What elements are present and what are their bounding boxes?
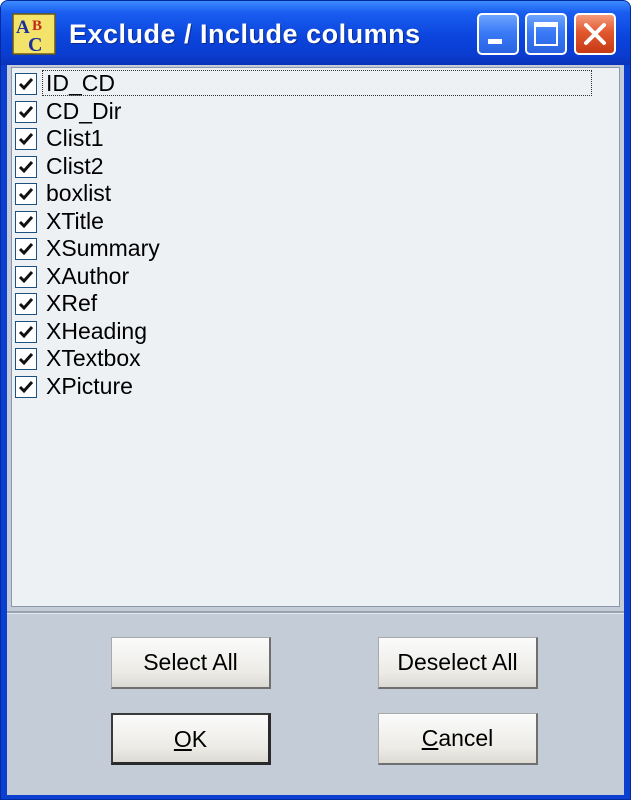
cancel-label: ancel [438, 725, 494, 751]
checklist-item[interactable]: ID_CD [12, 70, 612, 97]
checkmark-icon [18, 243, 34, 256]
checklist-item[interactable]: XAuthor [12, 263, 612, 290]
checkbox[interactable] [15, 320, 37, 343]
close-button[interactable] [574, 13, 616, 55]
checkmark-icon [18, 105, 34, 118]
checklist-item[interactable]: XSummary [12, 235, 612, 262]
checkbox[interactable] [15, 293, 37, 315]
select-all-label: Select All [143, 649, 238, 675]
checklist-item-label: boxlist [46, 180, 112, 206]
columns-checklist[interactable]: ID_CD CD_Dir Clist1 Clist2 boxlist XTitle XSum… [11, 67, 620, 607]
checklist-item-label: Clist2 [46, 152, 104, 179]
title-bar[interactable]: A B C Exclude / Include columns [1, 1, 630, 65]
checkmark-icon [18, 353, 34, 366]
checkbox[interactable] [15, 210, 37, 233]
checklist-item[interactable]: XHeading [12, 318, 612, 345]
checklist-item-label: XTextbox [46, 345, 141, 371]
checkbox[interactable] [15, 265, 37, 288]
dialog-client-area: ID_CD CD_Dir Clist1 Clist2 boxlist XTitle XSum… [7, 65, 624, 795]
checklist-item[interactable]: XTitle [12, 208, 612, 235]
checklist-item[interactable]: Clist1 [12, 125, 612, 152]
checkmark-icon [18, 188, 34, 201]
dialog-window: A B C Exclude / Include columns ID_CDCD [0, 0, 631, 800]
checkmark-icon [18, 270, 34, 283]
checkbox[interactable] [15, 100, 37, 123]
maximize-button[interactable] [525, 13, 567, 55]
minimize-button[interactable] [477, 13, 519, 55]
checklist-item-label: Clist1 [46, 125, 104, 151]
ok-button[interactable]: OK [111, 713, 271, 765]
deselect-all-button[interactable]: Deselect All [378, 637, 538, 689]
checkbox[interactable] [15, 348, 37, 370]
checkmark-icon [18, 380, 34, 393]
checkmark-icon [18, 78, 34, 91]
checkmark-icon [18, 215, 34, 228]
checkmark-icon [18, 298, 34, 311]
cancel-mnemonic: C [421, 725, 439, 751]
checkbox[interactable] [15, 128, 37, 150]
close-icon [584, 23, 606, 45]
cancel-button[interactable]: Cancel [378, 713, 538, 765]
checklist-item[interactable]: Clist2 [12, 153, 612, 180]
deselect-all-label: Deselect All [397, 649, 518, 675]
separator [7, 611, 624, 614]
app-icon[interactable]: A B C [12, 13, 56, 56]
checkbox[interactable] [15, 375, 37, 398]
checkmark-icon [18, 160, 34, 173]
maximize-icon [534, 22, 558, 46]
focus-rectangle [42, 70, 592, 96]
checklist-item-label: XTitle [46, 207, 104, 234]
ok-label: K [191, 726, 208, 752]
select-all-button[interactable]: Select All [111, 637, 271, 689]
svg-text:B: B [32, 18, 42, 34]
checklist-item-label: XRef [46, 290, 98, 316]
svg-text:C: C [28, 34, 42, 55]
checkbox[interactable] [15, 155, 37, 178]
checklist-item[interactable]: boxlist [12, 180, 612, 207]
window-title: Exclude / Include columns [69, 19, 421, 49]
checklist-item-label: XAuthor [46, 262, 130, 289]
minimize-icon [488, 39, 502, 44]
checkbox[interactable] [15, 183, 37, 205]
ok-mnemonic: O [173, 726, 192, 752]
checklist-item[interactable]: XPicture [12, 373, 612, 400]
checklist-item-label: XSummary [46, 235, 160, 261]
checkmark-icon [18, 325, 34, 338]
checkbox[interactable] [15, 73, 37, 95]
checklist-item[interactable]: XRef [12, 290, 612, 317]
checklist-item-label: XPicture [46, 372, 133, 399]
checklist-item[interactable]: XTextbox [12, 345, 612, 372]
checkbox[interactable] [15, 238, 37, 260]
checkmark-icon [18, 133, 34, 146]
checklist-item[interactable]: CD_Dir [12, 98, 612, 125]
checklist-item-label: CD_Dir [46, 97, 122, 124]
checklist-item-label: XHeading [46, 317, 148, 344]
